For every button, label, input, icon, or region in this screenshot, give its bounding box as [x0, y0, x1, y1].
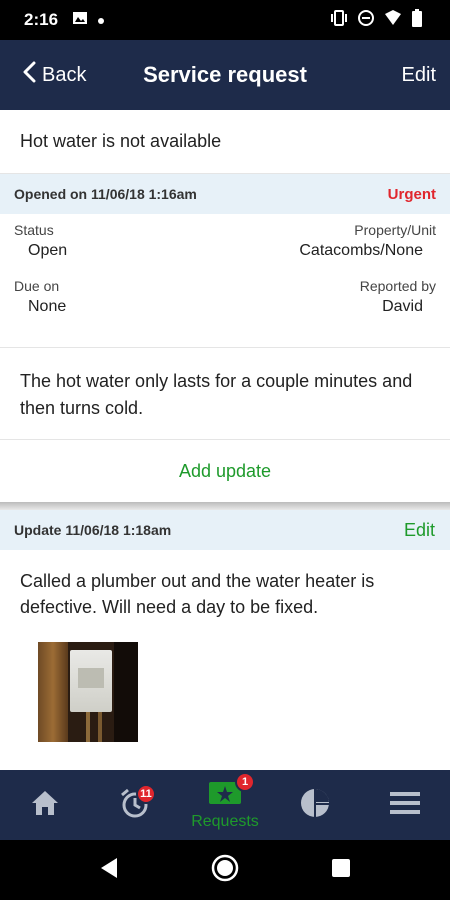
add-update-button[interactable]: Add update — [0, 440, 450, 502]
priority-badge: Urgent — [387, 185, 436, 203]
request-detail: Hot water is not available Opened on 11/… — [0, 110, 450, 770]
bottom-tab-bar: 11 Requests 1 — [0, 770, 450, 840]
notification-dot-icon — [98, 11, 105, 29]
nav-home-icon[interactable] — [211, 854, 239, 887]
request-meta: Status Open Property/Unit Catacombs/None… — [0, 214, 450, 348]
due-label: Due on — [14, 278, 60, 294]
reported-label: Reported by — [359, 278, 436, 294]
due-value: None — [28, 298, 67, 315]
request-description: The hot water only lasts for a couple mi… — [0, 348, 450, 440]
back-button[interactable]: Back — [22, 40, 86, 110]
nav-recents-icon[interactable] — [331, 858, 351, 883]
tab-reminders[interactable]: 11 — [90, 770, 180, 840]
water-heater-photo[interactable] — [38, 642, 138, 742]
update-date: Update 11/06/18 1:18am — [14, 522, 172, 538]
requests-badge: 1 — [235, 772, 255, 792]
image-notification-icon — [72, 10, 88, 31]
home-icon — [30, 789, 60, 822]
update-text: Called a plumber out and the water heate… — [20, 571, 375, 617]
update-header: Update 11/06/18 1:18am Edit — [0, 510, 450, 550]
vibrate-icon — [330, 9, 348, 31]
status-time: 2:16 — [24, 10, 59, 29]
back-label: Back — [42, 63, 87, 86]
edit-update-button[interactable]: Edit — [404, 520, 435, 541]
tab-reports[interactable] — [270, 770, 360, 840]
wifi-icon — [384, 9, 402, 31]
do-not-disturb-icon — [358, 9, 374, 31]
nav-back-icon[interactable] — [99, 857, 119, 884]
section-divider — [0, 502, 450, 510]
app-bar: Back Service request Edit — [0, 40, 450, 110]
battery-icon — [412, 8, 422, 32]
reminders-badge: 11 — [136, 784, 156, 804]
status-bar: 2:16 — [0, 0, 450, 40]
requests-tab-label: Requests — [191, 812, 259, 830]
edit-request-button[interactable]: Edit — [402, 40, 436, 110]
pie-chart-icon — [299, 787, 331, 824]
request-title: Hot water is not available — [0, 110, 450, 174]
status-label: Status — [14, 222, 54, 238]
tab-requests[interactable]: Requests 1 — [180, 770, 270, 840]
opened-header: Opened on 11/06/18 1:16am Urgent — [0, 174, 450, 214]
property-value: Catacombs/None — [299, 242, 423, 259]
chevron-left-icon — [22, 61, 36, 89]
tab-home[interactable] — [0, 770, 90, 840]
system-nav-bar — [0, 840, 450, 900]
opened-date: Opened on 11/06/18 1:16am — [14, 186, 197, 202]
tab-menu[interactable] — [360, 770, 450, 840]
hamburger-menu-icon — [389, 790, 421, 821]
status-value: Open — [28, 242, 68, 259]
reported-value: David — [382, 298, 423, 315]
property-label: Property/Unit — [354, 222, 436, 238]
